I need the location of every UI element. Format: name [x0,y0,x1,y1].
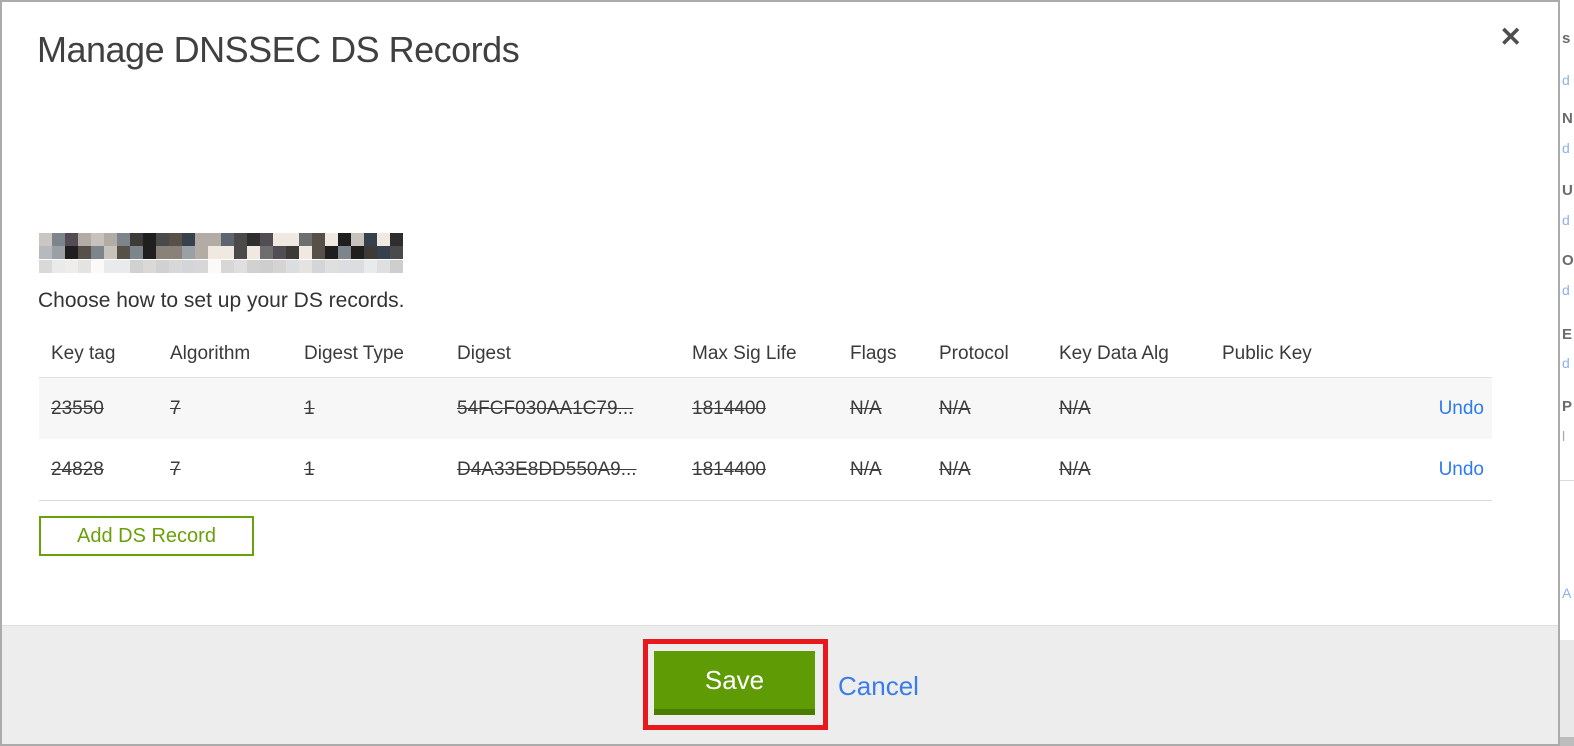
undo-link[interactable]: Undo [1439,398,1484,419]
background-link-fragment[interactable]: d [1562,212,1570,228]
background-text-fragment: U [1562,182,1573,199]
table-row: 24828 7 1 D4A33E8DD550A9... 1814400 N/A … [39,439,1492,500]
cell-key-data-alg: N/A [1059,398,1091,419]
column-header-digest: Digest [457,343,511,364]
cell-digest: 54FCF030AA1C79... [457,398,634,419]
cell-digest-type: 1 [304,398,315,419]
close-icon[interactable]: ✕ [1499,24,1522,51]
cell-protocol: N/A [939,459,971,480]
cell-public-key [1222,378,1420,439]
table-row: 23550 7 1 54FCF030AA1C79... 1814400 N/A … [39,378,1492,439]
background-link-fragment[interactable]: d [1562,355,1570,371]
cell-flags: N/A [850,398,882,419]
column-header-digest-type: Digest Type [304,343,404,364]
screenshot-root: sdNdUdOdEdPlA Manage DNSSEC DS Records ✕… [0,0,1574,746]
column-header-key-tag: Key tag [51,343,116,364]
modal-footer: Save Cancel [2,625,1558,744]
background-link-fragment[interactable]: d [1562,282,1570,298]
background-text-fragment: P [1562,398,1573,415]
add-ds-record-button[interactable]: Add DS Record [39,516,254,556]
ds-records-table: Key tag Algorithm Digest Type Digest Max… [39,330,1492,501]
cell-max-sig-life: 1814400 [692,459,766,480]
cell-max-sig-life: 1814400 [692,398,766,419]
background-footer-band [1560,640,1574,746]
background-text-fragment: O [1562,252,1574,269]
column-header-protocol: Protocol [939,343,1009,364]
cell-digest: D4A33E8DD550A9... [457,459,637,480]
cell-key-tag: 24828 [51,459,104,480]
cell-public-key [1222,439,1420,500]
background-link-fragment[interactable]: d [1562,140,1570,156]
cell-key-data-alg: N/A [1059,459,1091,480]
column-header-public-key: Public Key [1222,343,1312,364]
cell-algorithm: 7 [170,459,181,480]
redacted-domain-name [39,233,403,273]
undo-link[interactable]: Undo [1439,459,1484,480]
divider [1560,480,1574,481]
annotation-highlight-box: Save [643,639,828,730]
background-text-fragment: N [1562,110,1573,127]
cell-algorithm: 7 [170,398,181,419]
column-header-key-data-alg: Key Data Alg [1059,343,1169,364]
background-footer-edge [1560,737,1574,746]
cancel-link[interactable]: Cancel [838,671,919,702]
manage-dnssec-ds-records-dialog: Manage DNSSEC DS Records ✕ Choose how to… [0,0,1560,746]
background-text-fragment: s [1562,30,1571,47]
background-link-fragment[interactable]: d [1562,72,1570,88]
background-text-fragment: E [1562,326,1573,343]
page-title: Manage DNSSEC DS Records [37,29,520,70]
cell-key-tag: 23550 [51,398,104,419]
background-text-fragment: l [1562,428,1566,444]
background-page-strip: sdNdUdOdEdPlA [1560,0,1574,746]
cell-digest-type: 1 [304,459,315,480]
column-header-max-sig-life: Max Sig Life [692,343,797,364]
instruction-text: Choose how to set up your DS records. [38,289,405,312]
background-link-fragment[interactable]: A [1562,585,1571,601]
save-button[interactable]: Save [654,651,815,715]
cell-protocol: N/A [939,398,971,419]
table-header-row: Key tag Algorithm Digest Type Digest Max… [39,330,1492,378]
column-header-algorithm: Algorithm [170,343,251,364]
column-header-flags: Flags [850,343,897,364]
column-header-action [1420,330,1492,377]
cell-flags: N/A [850,459,882,480]
